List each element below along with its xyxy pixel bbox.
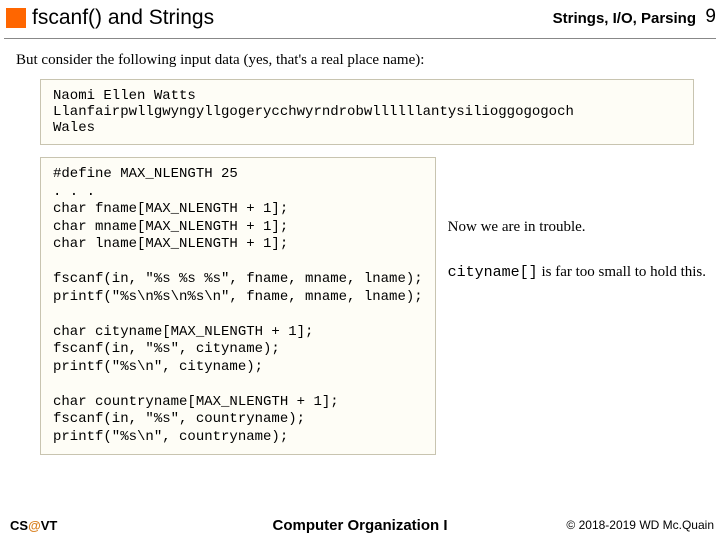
code-box: #define MAX_NLENGTH 25 . . . char fname[… <box>40 157 436 455</box>
footer-right: © 2018-2019 WD Mc.Quain <box>566 518 714 532</box>
note-column: Now we are in trouble. cityname[] is far… <box>448 157 710 455</box>
cityname-token: cityname[] <box>448 264 538 281</box>
intro-text: But consider the following input data (y… <box>16 52 710 69</box>
note-trouble: Now we are in trouble. <box>448 219 710 236</box>
slide-body: But consider the following input data (y… <box>10 48 710 510</box>
footer-left-pre: CS <box>10 518 28 533</box>
slide: fscanf() and Strings Strings, I/O, Parsi… <box>0 0 720 540</box>
divider <box>4 38 716 39</box>
cityname-tail: is far too small to hold this. <box>538 264 706 280</box>
note-cityname: cityname[] is far too small to hold this… <box>448 264 710 281</box>
page-number: 9 <box>705 6 716 28</box>
footer: CS@VT Computer Organization I © 2018-201… <box>0 514 720 536</box>
code-row: #define MAX_NLENGTH 25 . . . char fname[… <box>40 157 710 455</box>
input-data-box: Naomi Ellen Watts Llanfairpwllgwyngyllgo… <box>40 79 694 145</box>
section-label: Strings, I/O, Parsing <box>553 10 696 27</box>
at-icon: @ <box>28 518 41 533</box>
accent-square <box>6 8 26 28</box>
slide-title: fscanf() and Strings <box>32 6 214 30</box>
footer-left-post: VT <box>41 518 58 533</box>
code-column: #define MAX_NLENGTH 25 . . . char fname[… <box>40 157 436 455</box>
footer-left: CS@VT <box>10 518 57 533</box>
